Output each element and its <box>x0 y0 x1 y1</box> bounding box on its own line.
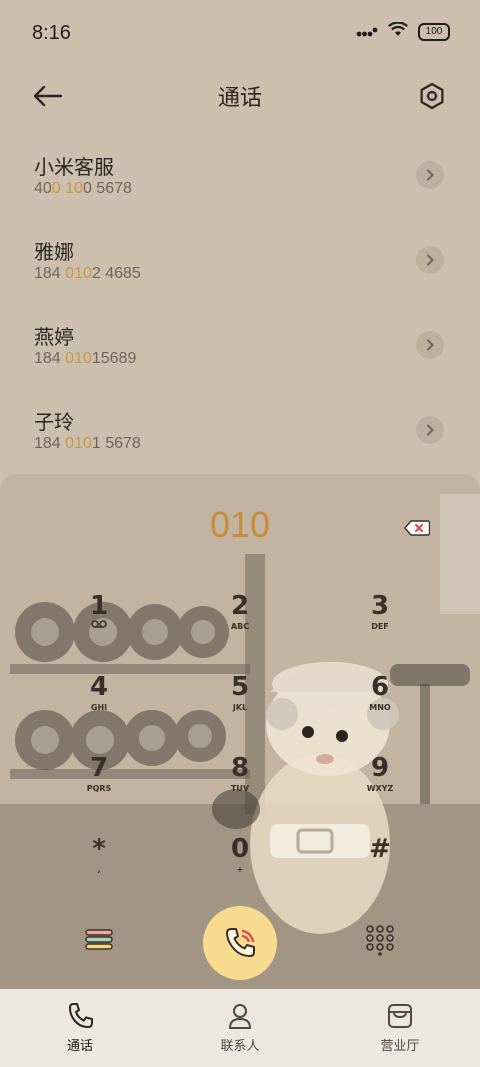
contact-number: 400 100 5678 <box>34 180 132 197</box>
contact-item[interactable]: 小米客服 400 100 5678 <box>0 135 480 220</box>
contact-suggestion-list: 小米客服 400 100 5678 雅娜 184 0102 4685 燕婷 18… <box>0 135 480 475</box>
backspace-icon <box>404 520 431 536</box>
phone-call-icon <box>226 928 255 957</box>
contact-item[interactable]: 燕婷 184 01015689 <box>0 305 480 390</box>
key-letters: MNO <box>369 703 391 712</box>
key-digit: 2 <box>230 591 250 621</box>
person-icon <box>229 1004 251 1029</box>
key-4[interactable]: 4 GHI <box>59 673 139 743</box>
key-digit: 4 <box>89 672 109 702</box>
contact-detail-button[interactable] <box>416 161 444 189</box>
key-digit: 3 <box>370 591 390 621</box>
status-bar: 8:16 100 <box>0 0 480 70</box>
chevron-right-icon <box>427 254 434 266</box>
contact-name: 小米客服 <box>34 155 114 179</box>
key-8[interactable]: 8 TUV <box>200 754 280 824</box>
key-1[interactable]: 1 <box>59 592 139 662</box>
battery-icon: 100 <box>418 23 450 41</box>
key-letters: WXYZ <box>366 784 394 793</box>
key-digit: 9 <box>370 753 390 783</box>
key-digit: 5 <box>230 672 250 702</box>
voicemail-icon <box>91 620 107 628</box>
key-star[interactable]: * , <box>59 835 139 905</box>
wifi-icon <box>388 21 408 42</box>
key-letters: JKL <box>232 703 248 712</box>
key-letters: , <box>97 865 101 874</box>
status-time: 8:16 <box>32 22 71 44</box>
key-9[interactable]: 9 WXYZ <box>340 754 420 824</box>
chevron-right-icon <box>427 424 434 436</box>
key-3[interactable]: 3 DEF <box>340 592 420 662</box>
contact-detail-button[interactable] <box>416 416 444 444</box>
key-5[interactable]: 5 JKL <box>200 673 280 743</box>
nav-label: 通话 <box>66 1039 93 1054</box>
nav-item-contacts[interactable]: 联系人 <box>160 989 320 1067</box>
key-digit: 6 <box>370 672 390 702</box>
nav-label: 营业厅 <box>380 1039 420 1054</box>
key-letters: ABC <box>230 622 250 631</box>
key-2[interactable]: 2 ABC <box>200 592 280 662</box>
page-title: 通话 <box>217 86 262 111</box>
key-hash[interactable]: # <box>340 835 420 905</box>
contact-item[interactable]: 子玲 184 0101 5678 <box>0 390 480 475</box>
gear-icon <box>420 82 444 110</box>
keypad-icon <box>366 925 394 956</box>
key-digit: 8 <box>230 753 250 783</box>
contact-name: 子玲 <box>34 410 74 434</box>
contact-detail-button[interactable] <box>416 331 444 359</box>
contact-number: 184 0102 4685 <box>34 265 141 282</box>
toggle-keypad-button[interactable] <box>364 924 396 956</box>
status-icons: 100 <box>356 21 450 42</box>
settings-button[interactable] <box>414 78 450 114</box>
key-digit: # <box>369 834 391 864</box>
key-letters: PQRS <box>86 784 112 793</box>
call-button[interactable] <box>203 906 277 980</box>
menu-button[interactable] <box>84 924 114 954</box>
contact-name: 雅娜 <box>34 240 74 264</box>
phone-icon <box>69 1003 93 1028</box>
nav-item-service-hall[interactable]: 营业厅 <box>320 989 480 1067</box>
chevron-right-icon <box>427 339 434 351</box>
key-digit: 1 <box>89 591 109 621</box>
nav-label: 联系人 <box>220 1039 260 1054</box>
phone-dialer-screen: 8:16 100 通话 小米客服 400 100 5678 雅娜 184 010… <box>0 0 480 1067</box>
key-digit: 7 <box>89 753 109 783</box>
key-digit: 0 <box>230 834 250 864</box>
delete-button[interactable] <box>404 520 431 536</box>
dialer-actions <box>0 906 480 986</box>
key-letters: GHI <box>90 703 108 712</box>
store-icon <box>388 1004 412 1028</box>
chevron-right-icon <box>427 169 434 181</box>
contact-item[interactable]: 雅娜 184 0102 4685 <box>0 220 480 305</box>
key-7[interactable]: 7 PQRS <box>59 754 139 824</box>
contact-number: 184 01015689 <box>34 350 137 367</box>
key-letters: DEF <box>371 622 389 631</box>
key-0[interactable]: 0 + <box>200 835 280 905</box>
signal-icon <box>356 23 378 42</box>
contact-name: 燕婷 <box>34 325 74 349</box>
key-digit: * <box>92 834 106 864</box>
nav-item-calls[interactable]: 通话 <box>0 989 160 1067</box>
menu-icon <box>85 929 113 950</box>
key-6[interactable]: 6 MNO <box>340 673 420 743</box>
contact-detail-button[interactable] <box>416 246 444 274</box>
bottom-nav: 通话 联系人 营业厅 <box>0 989 480 1067</box>
key-letters: + <box>236 865 244 874</box>
key-letters: TUV <box>230 784 250 793</box>
contact-number: 184 0101 5678 <box>34 435 141 452</box>
top-bar: 通话 <box>0 72 480 120</box>
